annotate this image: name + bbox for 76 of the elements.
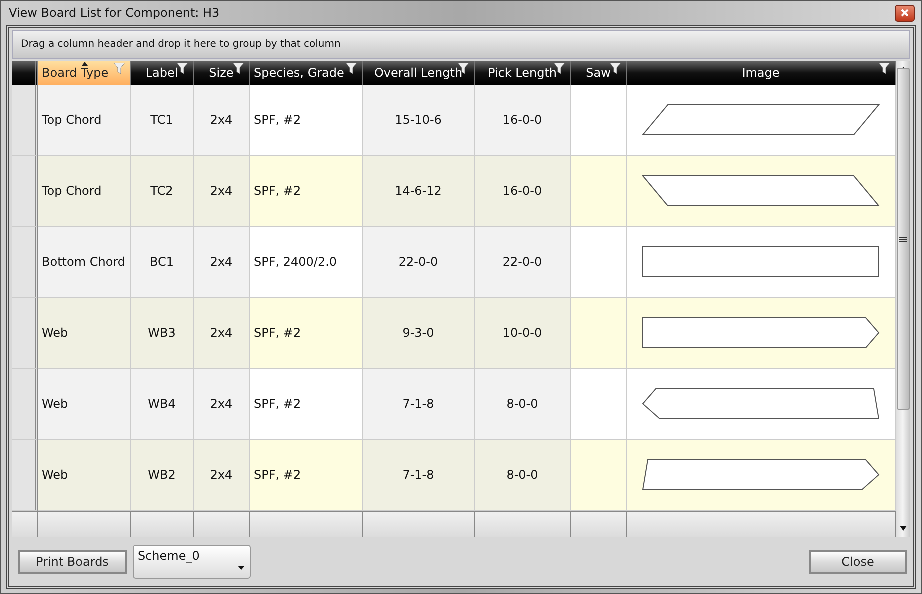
table-cell: 2x4: [194, 85, 250, 156]
row-header[interactable]: [12, 298, 38, 369]
sort-arrow-icon: [82, 62, 88, 66]
table-cell: 2x4: [194, 156, 250, 227]
table-cell: 16-0-0: [475, 85, 571, 156]
table-cell: 15-10-6: [363, 85, 475, 156]
filter-icon[interactable]: [346, 63, 357, 74]
row-header[interactable]: [12, 369, 38, 440]
table-cell: 22-0-0: [363, 227, 475, 298]
table-cell: 2x4: [194, 440, 250, 511]
scroll-down-icon[interactable]: [900, 526, 906, 531]
table-cell: 2x4: [194, 369, 250, 440]
table-cell: SPF, 2400/2.0: [250, 227, 363, 298]
table-cell: SPF, #2: [250, 440, 363, 511]
scroll-thumb[interactable]: [896, 68, 910, 410]
column-header[interactable]: Pick Length: [475, 61, 571, 85]
board-shape-icon: [642, 176, 880, 206]
table-cell: Top Chord: [38, 85, 131, 156]
column-header[interactable]: Overall Length: [363, 61, 475, 85]
table-cell: WB3: [131, 298, 194, 369]
filter-icon[interactable]: [177, 63, 188, 74]
board-shape-icon: [642, 104, 880, 136]
row-header[interactable]: [12, 440, 38, 511]
row-header[interactable]: [12, 156, 38, 227]
group-panel[interactable]: Drag a column header and drop it here to group by that column: [12, 30, 910, 59]
close-button[interactable]: [895, 4, 915, 22]
table-cell: SPF, #2: [250, 85, 363, 156]
table-cell: SPF, #2: [250, 156, 363, 227]
row-header[interactable]: [12, 85, 38, 156]
column-header[interactable]: Species, Grade: [250, 61, 363, 85]
table-cell: Bottom Chord: [38, 227, 131, 298]
window-title: View Board List for Component: H3: [9, 6, 220, 20]
table-cell: Web: [38, 369, 131, 440]
column-header[interactable]: Size: [194, 61, 250, 85]
board-shape-icon: [642, 246, 880, 278]
table-cell: 7-1-8: [363, 440, 475, 511]
table-cell: 9-3-0: [363, 298, 475, 369]
table-cell: 16-0-0: [475, 156, 571, 227]
table-cell: 2x4: [194, 298, 250, 369]
column-header[interactable]: Board Type: [38, 61, 131, 85]
close-icon: [901, 9, 909, 17]
filter-icon[interactable]: [233, 63, 244, 74]
board-shape-icon: [642, 460, 880, 490]
caret-icon: [238, 566, 245, 570]
table-cell: TC2: [131, 156, 194, 227]
board-shape-icon: [642, 388, 880, 420]
grip-icon: [899, 236, 907, 242]
table-cell: 7-1-8: [363, 369, 475, 440]
filter-icon[interactable]: [879, 63, 890, 74]
table-cell: 14-6-12: [363, 156, 475, 227]
table-cell: Web: [38, 440, 131, 511]
table-cell: WB2: [131, 440, 194, 511]
board-shape-icon: [642, 318, 880, 348]
table-cell: SPF, #2: [250, 298, 363, 369]
table-cell: 10-0-0: [475, 298, 571, 369]
filter-icon[interactable]: [554, 63, 565, 74]
table-cell: 8-0-0: [475, 369, 571, 440]
select-all-corner[interactable]: [12, 61, 38, 85]
table-cell: BC1: [131, 227, 194, 298]
table-cell: 2x4: [194, 227, 250, 298]
column-header[interactable]: Image: [627, 61, 896, 85]
close-button[interactable]: Close: [809, 550, 907, 574]
scheme-dropdown[interactable]: Scheme_0: [132, 544, 251, 578]
table-cell: 22-0-0: [475, 227, 571, 298]
table-cell: TC1: [131, 85, 194, 156]
column-header[interactable]: Saw: [571, 61, 627, 85]
column-header[interactable]: Label: [131, 61, 194, 85]
table-cell: 8-0-0: [475, 440, 571, 511]
table-cell: Top Chord: [38, 156, 131, 227]
scrollbar[interactable]: [896, 61, 910, 537]
filter-icon[interactable]: [610, 63, 621, 74]
table-cell: Web: [38, 298, 131, 369]
row-header[interactable]: [12, 227, 38, 298]
table-cell: SPF, #2: [250, 369, 363, 440]
print-boards-button[interactable]: Print Boards: [18, 550, 127, 574]
table-cell: WB4: [131, 369, 194, 440]
